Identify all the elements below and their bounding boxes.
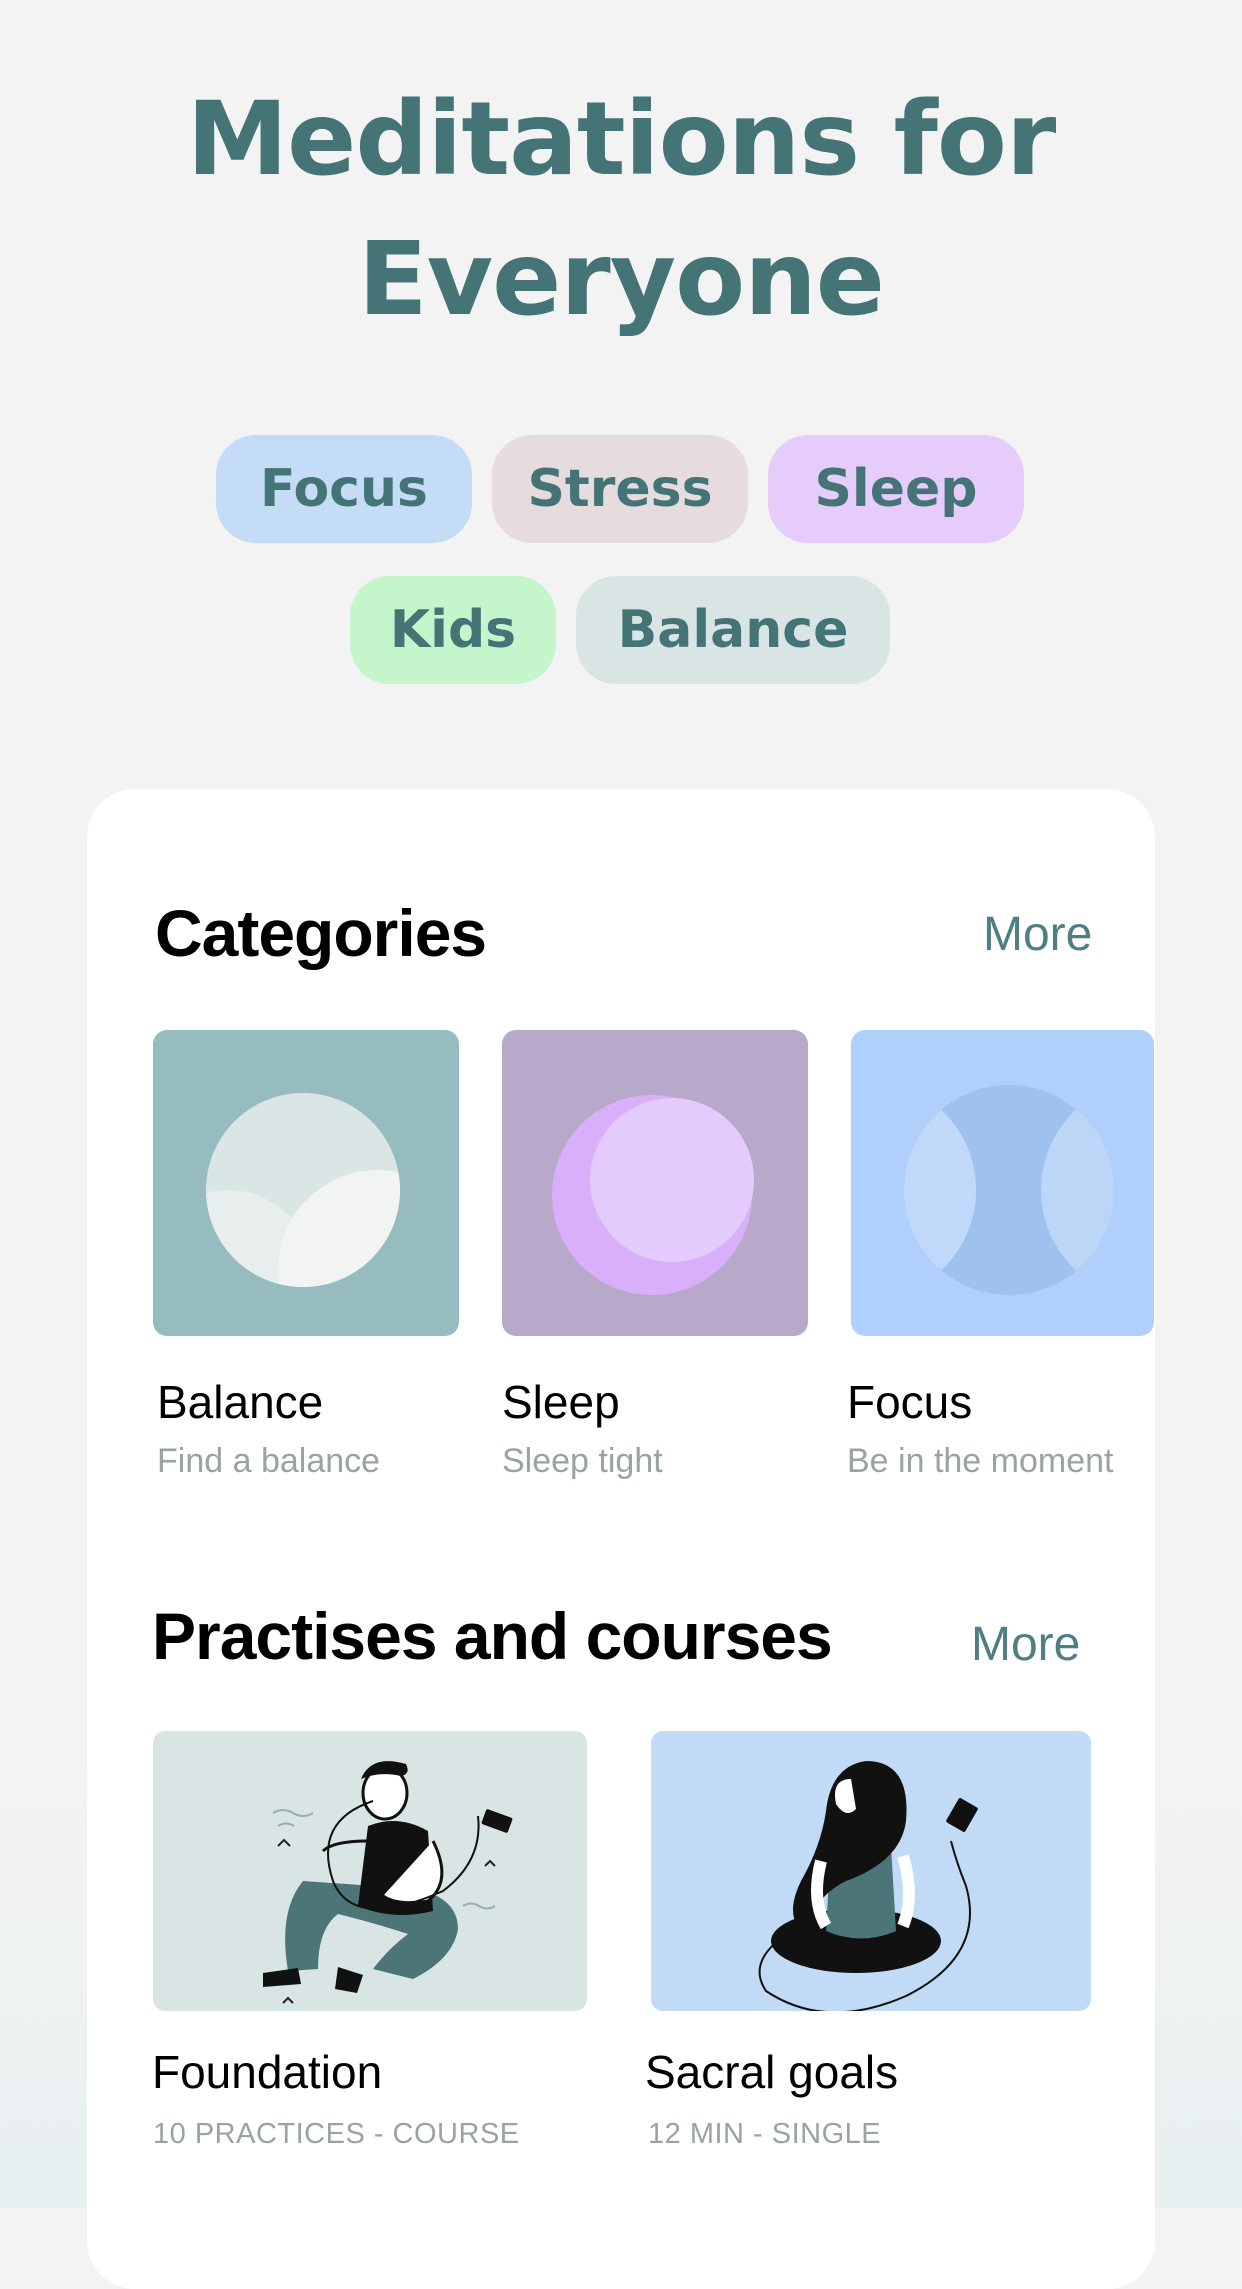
course-name: Foundation xyxy=(152,2046,383,2098)
moon-illustration xyxy=(552,1095,754,1295)
tag-label: Focus xyxy=(260,459,428,519)
woman-meditating-illustration xyxy=(758,1761,978,2011)
courses-more-link[interactable]: More xyxy=(971,1617,1080,1672)
category-name: Focus xyxy=(847,1376,973,1428)
category-name: Balance xyxy=(157,1376,324,1428)
category-subtitle: Sleep tight xyxy=(502,1442,663,1480)
category-subtitle: Find a balance xyxy=(157,1442,381,1480)
tag-kids[interactable]: Kids xyxy=(350,576,556,684)
tag-stress[interactable]: Stress xyxy=(492,435,748,543)
course-name: Sacral goals xyxy=(645,2046,899,2098)
category-name: Sleep xyxy=(502,1376,620,1428)
tag-label: Balance xyxy=(617,600,849,660)
tag-sleep[interactable]: Sleep xyxy=(768,435,1024,543)
tag-balance[interactable]: Balance xyxy=(576,576,890,684)
tag-focus[interactable]: Focus xyxy=(216,435,472,543)
course-meta: 12 MIN - SINGLE xyxy=(648,2118,882,2150)
focus-illustration xyxy=(904,1085,1114,1295)
courses-title: Practises and courses xyxy=(152,1599,833,1673)
person-listening-illustration xyxy=(263,1761,513,2004)
category-tile-focus[interactable] xyxy=(851,1030,1154,1336)
category-tile-balance[interactable] xyxy=(153,1030,459,1336)
course-tile-sacral-goals[interactable] xyxy=(651,1731,1091,2011)
tag-label: Kids xyxy=(389,600,517,660)
page-title-line-1: Meditations for xyxy=(186,80,1057,199)
page-title: Meditations for Everyone xyxy=(0,70,1242,350)
course-tile-foundation[interactable] xyxy=(153,1731,587,2011)
category-tile-sleep[interactable] xyxy=(502,1030,808,1336)
balance-illustration xyxy=(206,1093,400,1287)
page-title-line-2: Everyone xyxy=(357,220,885,339)
tag-label: Stress xyxy=(527,459,713,519)
tag-label: Sleep xyxy=(814,459,978,519)
course-meta: 10 PRACTICES - COURSE xyxy=(153,2118,520,2150)
categories-more-link[interactable]: More xyxy=(983,907,1092,962)
categories-title: Categories xyxy=(155,896,487,970)
category-subtitle: Be in the moment xyxy=(847,1442,1114,1480)
